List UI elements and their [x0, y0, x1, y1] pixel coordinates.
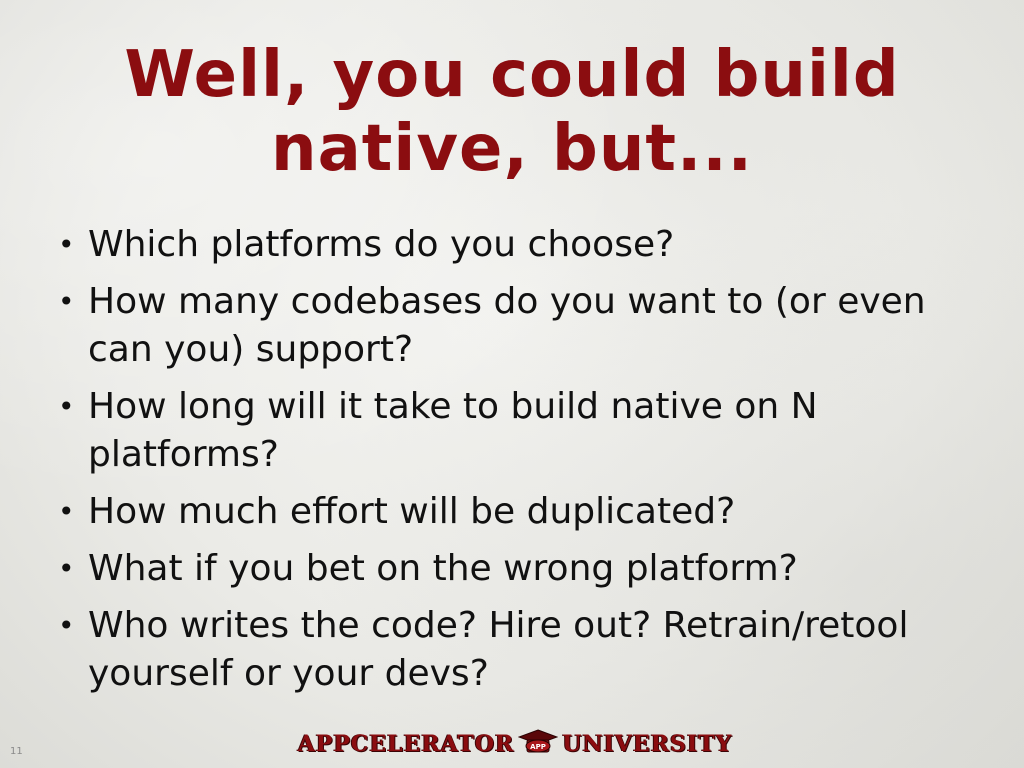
bullet-item: • How many codebases do you want to (or …: [58, 278, 958, 374]
bullet-item: • Who writes the code? Hire out? Retrain…: [58, 602, 958, 698]
bullet-text: How many codebases do you want to (or ev…: [88, 281, 926, 370]
slide-title: Well, you could build native, but...: [0, 38, 1024, 186]
logo-badge-text: APP: [531, 743, 547, 751]
bullet-item: • How much effort will be duplicated?: [58, 488, 958, 536]
page-number: 11: [10, 746, 23, 757]
bullet-icon: •: [58, 228, 75, 261]
slide-title-line-1: Well, you could build: [124, 38, 900, 112]
bullet-item: • How long will it take to build native …: [58, 383, 958, 479]
bullet-item: • What if you bet on the wrong platform?: [58, 545, 958, 593]
mortarboard-icon: APP: [517, 729, 559, 753]
bullet-text: How long will it take to build native on…: [88, 386, 818, 475]
appcelerator-university-logo: APPCELERATOR APP UNIVERSITY: [297, 726, 733, 762]
bullet-text: Who writes the code? Hire out? Retrain/r…: [88, 605, 909, 694]
logo-badge-icon: APP: [517, 729, 559, 759]
bullet-text: How much effort will be duplicated?: [88, 491, 736, 532]
bullet-item: • Which platforms do you choose?: [58, 221, 958, 269]
slide-title-line-2: native, but...: [271, 112, 753, 186]
logo-text-right: UNIVERSITY: [562, 731, 733, 757]
bullet-list: • Which platforms do you choose? • How m…: [58, 221, 958, 707]
bullet-icon: •: [58, 552, 75, 585]
bullet-text: Which platforms do you choose?: [88, 224, 675, 265]
bullet-text: What if you bet on the wrong platform?: [88, 548, 798, 589]
bullet-icon: •: [58, 609, 75, 642]
bullet-icon: •: [58, 285, 75, 318]
bullet-icon: •: [58, 390, 75, 423]
bullet-icon: •: [58, 495, 75, 528]
logo-text-left: APPCELERATOR: [297, 731, 515, 757]
